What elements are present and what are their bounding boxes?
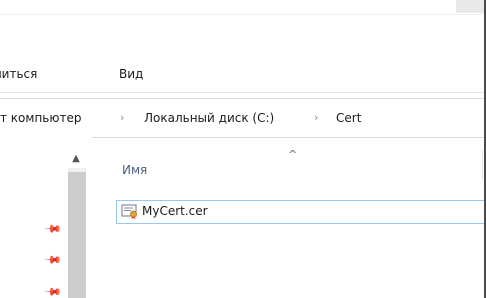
address-bar[interactable]: т компьютер › Локальный диск (C:) › Cert	[0, 98, 486, 138]
breadcrumb-local-disk[interactable]: Локальный диск (C:)	[144, 111, 274, 125]
tab-view[interactable]: Вид	[119, 67, 143, 81]
column-divider[interactable]	[482, 150, 483, 180]
title-bar	[0, 0, 484, 15]
title-bar-button[interactable]	[456, 0, 484, 13]
column-header-name[interactable]	[118, 150, 482, 188]
certificate-file-icon	[121, 204, 137, 219]
column-header-label[interactable]: Имя	[122, 163, 147, 177]
scroll-up-arrow-icon[interactable]: ▲	[66, 150, 86, 168]
breadcrumb-cert[interactable]: Cert	[336, 111, 361, 125]
breadcrumb-chevron-icon[interactable]: ›	[120, 111, 124, 124]
breadcrumb-this-pc[interactable]: т компьютер	[0, 111, 81, 125]
breadcrumb-chevron-icon[interactable]: ›	[314, 111, 318, 124]
sort-ascending-icon: ^	[288, 148, 298, 161]
file-name[interactable]: MyCert.cer	[142, 204, 208, 218]
tab-share[interactable]: литься	[0, 67, 37, 81]
ribbon-tabs: литься Вид	[0, 60, 484, 93]
file-explorer-window: литься Вид т компьютер › Локальный диск …	[0, 0, 486, 298]
nav-scrollbar-thumb[interactable]	[68, 172, 86, 298]
